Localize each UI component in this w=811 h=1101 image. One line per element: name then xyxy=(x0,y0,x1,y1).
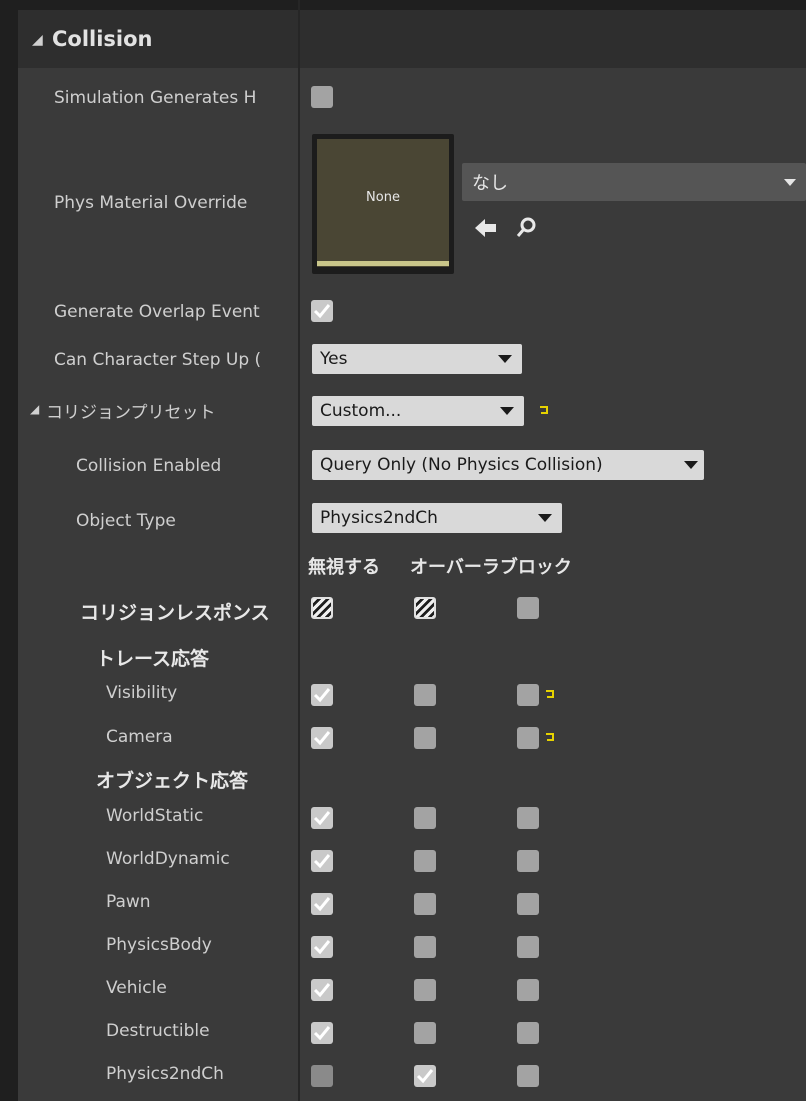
worldstatic-ignore-checkbox[interactable] xyxy=(311,807,333,829)
thumbnail-type-stripe xyxy=(317,261,449,266)
chevron-down-icon xyxy=(784,179,796,186)
all-block-checkbox[interactable] xyxy=(517,597,539,619)
phys-material-value: なし xyxy=(472,173,508,194)
column-divider[interactable] xyxy=(298,0,300,1101)
collision-presets-label: コリジョンプリセット xyxy=(46,403,216,423)
object-row-worlddynamic-label: WorldDynamic xyxy=(106,849,230,869)
can-character-step-up-dropdown[interactable]: Yes xyxy=(312,344,522,374)
all-overlap-checkbox[interactable] xyxy=(414,597,436,619)
chevron-down-icon xyxy=(500,407,514,415)
pawn-ignore-checkbox[interactable] xyxy=(311,893,333,915)
phys-material-combo[interactable]: なし xyxy=(462,163,806,201)
column-header-ignore: 無視する xyxy=(308,557,380,578)
object-row-physicsbody-label: PhysicsBody xyxy=(106,935,212,955)
trace-visibility-block-checkbox[interactable] xyxy=(517,684,539,706)
chevron-down-icon xyxy=(684,461,698,469)
worldstatic-block-checkbox[interactable] xyxy=(517,807,539,829)
collision-enabled-value: Query Only (No Physics Collision) xyxy=(320,455,603,475)
chevron-down-icon xyxy=(498,355,512,363)
pawn-overlap-checkbox[interactable] xyxy=(414,893,436,915)
worlddynamic-ignore-checkbox[interactable] xyxy=(311,850,333,872)
thumbnail-none-text: None xyxy=(366,190,400,205)
collision-section-header[interactable]: ◢ Collision xyxy=(18,10,806,68)
panel-left-frame xyxy=(0,0,18,1101)
reset-to-default-icon[interactable] xyxy=(538,404,550,416)
simulation-generates-hit-label: Simulation Generates H xyxy=(54,88,257,108)
trace-row-visibility-label: Visibility xyxy=(106,683,178,703)
destructible-overlap-checkbox[interactable] xyxy=(414,1022,436,1044)
panel-top-frame xyxy=(18,0,806,10)
collapse-triangle-icon[interactable]: ◢ xyxy=(32,32,43,48)
physicsbody-block-checkbox[interactable] xyxy=(517,936,539,958)
object-type-value: Physics2ndCh xyxy=(320,508,438,528)
object-row-pawn-label: Pawn xyxy=(106,892,151,912)
can-character-step-up-value: Yes xyxy=(320,349,348,369)
collapse-triangle-icon[interactable]: ◢ xyxy=(30,402,39,416)
destructible-ignore-checkbox[interactable] xyxy=(311,1022,333,1044)
trace-camera-overlap-checkbox[interactable] xyxy=(414,727,436,749)
vehicle-overlap-checkbox[interactable] xyxy=(414,979,436,1001)
object-responses-label: オブジェクト応答 xyxy=(96,770,249,792)
worldstatic-overlap-checkbox[interactable] xyxy=(414,807,436,829)
can-character-step-up-label: Can Character Step Up ( xyxy=(54,350,262,370)
collision-enabled-dropdown[interactable]: Query Only (No Physics Collision) xyxy=(312,450,704,480)
trace-row-camera-label: Camera xyxy=(106,727,173,747)
search-icon[interactable] xyxy=(516,216,538,238)
object-row-destructible-label: Destructible xyxy=(106,1021,210,1041)
physics2ndch-overlap-checkbox[interactable] xyxy=(414,1065,436,1087)
arrow-left-icon[interactable] xyxy=(475,218,497,238)
phys-material-thumbnail[interactable]: None xyxy=(312,134,454,274)
worlddynamic-block-checkbox[interactable] xyxy=(517,850,539,872)
reset-to-default-icon[interactable] xyxy=(544,731,556,743)
simulation-generates-hit-checkbox[interactable] xyxy=(311,86,333,108)
all-ignore-checkbox[interactable] xyxy=(311,597,333,619)
section-title: Collision xyxy=(52,27,153,51)
generate-overlap-events-checkbox[interactable] xyxy=(311,300,333,322)
physicsbody-ignore-checkbox[interactable] xyxy=(311,936,333,958)
collision-presets-value: Custom... xyxy=(320,401,402,421)
trace-camera-ignore-checkbox[interactable] xyxy=(311,727,333,749)
collision-responses-label: コリジョンレスポンス xyxy=(80,602,270,624)
object-type-dropdown[interactable]: Physics2ndCh xyxy=(312,503,562,533)
chevron-down-icon xyxy=(538,514,552,522)
collision-presets-dropdown[interactable]: Custom... xyxy=(312,396,524,426)
panel-right-edge xyxy=(806,0,811,1101)
reset-to-default-icon[interactable] xyxy=(544,688,556,700)
column-header-overlap-block: オーバーラブロック xyxy=(410,557,572,578)
trace-visibility-overlap-checkbox[interactable] xyxy=(414,684,436,706)
phys-material-override-label: Phys Material Override xyxy=(54,193,248,213)
vehicle-ignore-checkbox[interactable] xyxy=(311,979,333,1001)
destructible-block-checkbox[interactable] xyxy=(517,1022,539,1044)
object-type-label: Object Type xyxy=(76,511,176,531)
physics2ndch-ignore-checkbox[interactable] xyxy=(311,1065,333,1087)
vehicle-block-checkbox[interactable] xyxy=(517,979,539,1001)
generate-overlap-events-label: Generate Overlap Event xyxy=(54,302,260,322)
pawn-block-checkbox[interactable] xyxy=(517,893,539,915)
object-row-vehicle-label: Vehicle xyxy=(106,978,167,998)
collision-enabled-label: Collision Enabled xyxy=(76,456,222,476)
trace-camera-block-checkbox[interactable] xyxy=(517,727,539,749)
object-row-physics2ndch-label: Physics2ndCh xyxy=(106,1064,224,1084)
trace-responses-label: トレース応答 xyxy=(96,648,210,670)
physics2ndch-block-checkbox[interactable] xyxy=(517,1065,539,1087)
physicsbody-overlap-checkbox[interactable] xyxy=(414,936,436,958)
trace-visibility-ignore-checkbox[interactable] xyxy=(311,684,333,706)
worlddynamic-overlap-checkbox[interactable] xyxy=(414,850,436,872)
object-row-worldstatic-label: WorldStatic xyxy=(106,806,204,826)
